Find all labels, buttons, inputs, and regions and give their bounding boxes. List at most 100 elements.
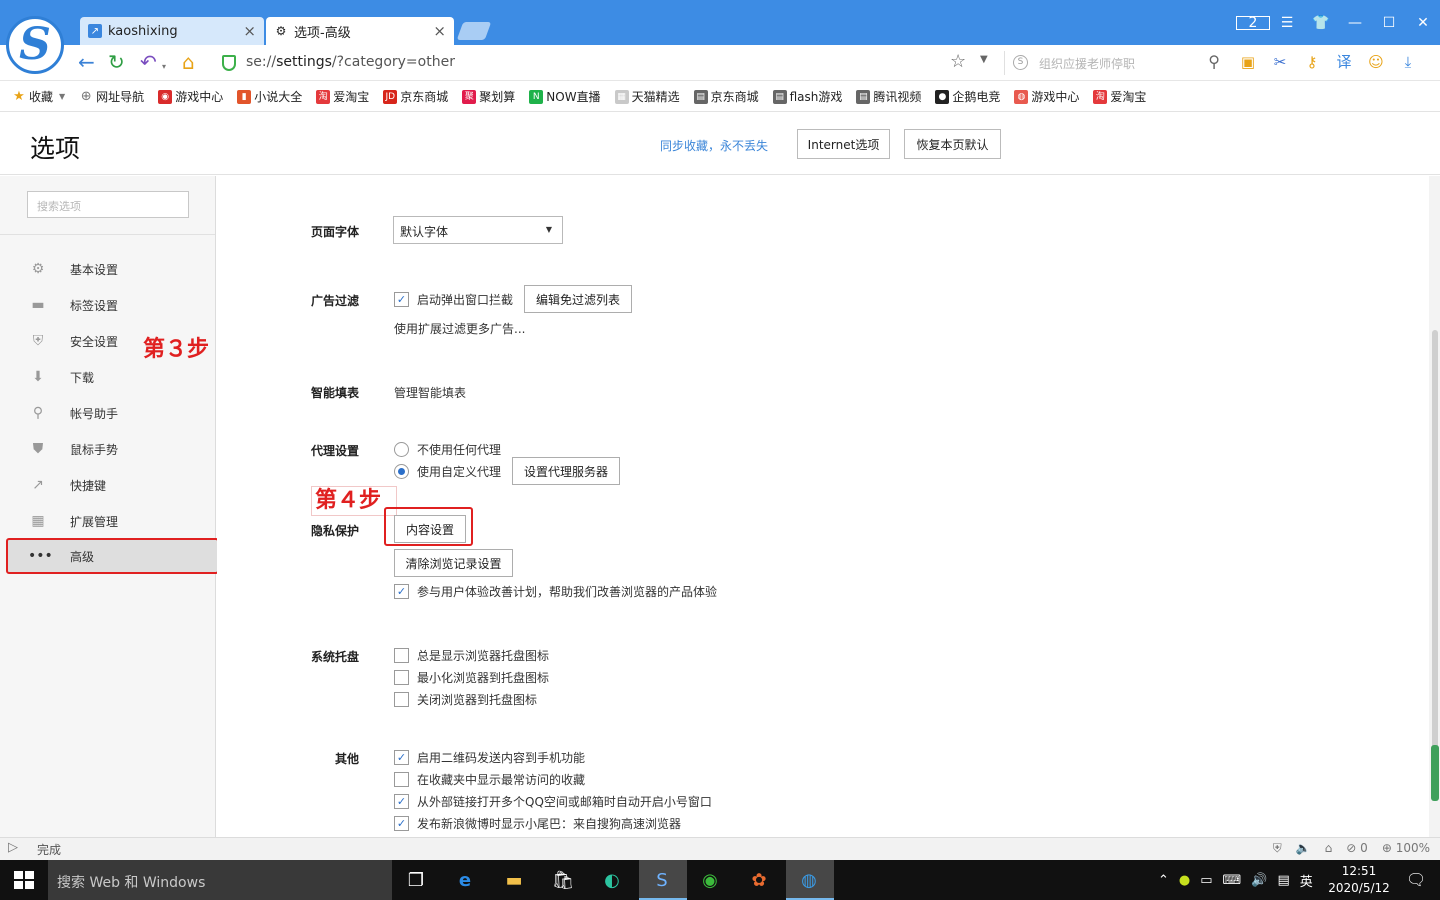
settings-search-input[interactable]: 搜索选项 xyxy=(27,191,189,218)
address-input[interactable]: se://settings/?category=other xyxy=(246,54,455,70)
key-icon[interactable]: ⚷ xyxy=(1302,52,1322,72)
option-checkbox[interactable]: 关闭浏览器到托盘图标 xyxy=(394,691,537,708)
new-tab-button[interactable] xyxy=(456,22,492,40)
sidebar-item[interactable]: ⬇ 下载 xyxy=(10,359,216,395)
close-window-icon[interactable]: ✕ xyxy=(1406,15,1440,31)
sidebar-item[interactable]: ⛊ 鼠标手势 xyxy=(10,431,216,467)
proxy-none-radio[interactable]: 不使用任何代理 xyxy=(394,441,501,458)
chevron-down-icon[interactable]: ▾ xyxy=(162,57,166,77)
checkbox-unchecked[interactable] xyxy=(394,692,409,707)
tray-app-icon[interactable]: ● xyxy=(1179,873,1190,888)
option-checkbox[interactable]: ✓ 发布新浪微博时显示小尾巴：来自搜狗高速浏览器 xyxy=(394,815,681,832)
edge-icon[interactable]: ◐ xyxy=(597,866,627,894)
clear-history-settings-button[interactable]: 清除浏览记录设置 xyxy=(394,549,513,577)
scrollbar-thumb[interactable] xyxy=(1432,330,1438,800)
task-view-icon[interactable]: ❐ xyxy=(401,866,431,894)
radio-unchecked[interactable] xyxy=(394,442,409,457)
sidebar-item[interactable]: ▦ 扩展管理 xyxy=(10,503,216,539)
search-box[interactable]: S 组织应援老师停职 ⚲ xyxy=(1004,51,1224,75)
maximize-icon[interactable]: ☐ xyxy=(1372,15,1406,31)
sidebar-item[interactable]: ⚲ 帐号助手 xyxy=(10,395,216,431)
bookmark-item[interactable]: 聚聚划算 xyxy=(462,88,515,105)
back-icon[interactable]: ← xyxy=(78,52,95,72)
bookmark-item[interactable]: JD 京东商城 xyxy=(383,88,448,105)
menu-icon[interactable]: ☰ xyxy=(1270,15,1304,31)
proxy-custom-radio[interactable]: 使用自定义代理 xyxy=(394,463,501,480)
taskbar-search[interactable]: 搜索 Web 和 Windows xyxy=(48,860,392,900)
app-color-icon[interactable]: ✿ xyxy=(744,866,774,894)
volume-icon[interactable]: 🔊 xyxy=(1251,873,1267,888)
radio-checked[interactable] xyxy=(394,464,409,479)
bookmark-item[interactable]: 淘爱淘宝 xyxy=(1093,88,1146,105)
adblock-more-link[interactable]: 使用扩展过滤更多广告... xyxy=(394,320,525,337)
tab-kaoshixing[interactable]: ↗ kaoshixing × xyxy=(80,17,264,45)
sidebar-item[interactable]: ↗ 快捷键 xyxy=(10,467,216,503)
notification-icon[interactable]: 🗨 xyxy=(1406,870,1426,889)
chevron-up-icon[interactable]: ⌃ xyxy=(1158,873,1169,888)
option-checkbox[interactable]: 最小化浏览器到托盘图标 xyxy=(394,669,549,686)
close-icon[interactable]: × xyxy=(433,22,446,40)
edge-legacy-icon[interactable]: e xyxy=(450,866,480,894)
tab-settings-advanced[interactable]: ⚙ 选项-高级 × xyxy=(266,17,454,45)
search-icon[interactable]: ⚲ xyxy=(1208,52,1220,71)
star-icon[interactable]: ☆ xyxy=(950,51,966,72)
bookmark-item[interactable]: N NOW直播 xyxy=(529,88,601,105)
download-icon[interactable]: ⤓ xyxy=(1398,52,1418,72)
store-icon[interactable]: 🛍 xyxy=(548,866,578,894)
refresh-icon[interactable]: ↻ xyxy=(108,52,125,72)
minimize-icon[interactable]: — xyxy=(1338,15,1372,31)
restore-defaults-button[interactable]: 恢复本页默认 xyxy=(904,129,1001,159)
taskbar-clock[interactable]: 12:51 2020/5/12 xyxy=(1328,863,1390,897)
sidebar-item[interactable]: ▬ 标签设置 xyxy=(10,287,216,323)
sogou-browser-icon[interactable]: S xyxy=(647,866,677,894)
bookmark-item[interactable]: ▤ 腾讯视频 xyxy=(856,88,921,105)
bookmark-item[interactable]: 淘爱淘宝 xyxy=(316,88,369,105)
zoom-level[interactable]: ⊕ 100% xyxy=(1382,841,1430,856)
volume-icon[interactable]: 🔈 xyxy=(1296,841,1311,856)
battery-icon[interactable]: ▭ xyxy=(1200,873,1212,888)
chevron-down-icon[interactable]: ▼ xyxy=(980,54,988,65)
checkbox-checked[interactable]: ✓ xyxy=(394,292,409,307)
checkbox-unchecked[interactable] xyxy=(394,670,409,685)
scissors-icon[interactable]: ✂ xyxy=(1270,52,1290,72)
sync-link[interactable]: 同步收藏，永不丢失 xyxy=(660,137,768,154)
lock-icon[interactable]: ⌂ xyxy=(1325,841,1333,856)
skin-icon[interactable]: 👕 xyxy=(1304,15,1338,31)
close-icon[interactable]: × xyxy=(243,22,256,40)
windows-start-icon[interactable] xyxy=(14,871,34,889)
search-engine-icon[interactable]: S xyxy=(1013,55,1028,70)
bookmark-item[interactable]: ★ 收藏 ▼ xyxy=(12,88,65,105)
option-checkbox[interactable]: 在收藏夹中显示最常访问的收藏 xyxy=(394,771,585,788)
window-count-badge[interactable]: 2 xyxy=(1236,15,1270,31)
popup-block-checkbox[interactable]: ✓ 启动弹出窗口拦截 xyxy=(394,291,513,308)
checkbox-checked[interactable]: ✓ xyxy=(394,584,409,599)
app-green-icon[interactable]: ◉ xyxy=(695,866,725,894)
home-icon[interactable]: ⌂ xyxy=(182,52,195,72)
emoji-icon[interactable]: ☺ xyxy=(1366,52,1386,72)
checkbox-unchecked[interactable] xyxy=(394,648,409,663)
bookmark-item[interactable]: ▦ 天猫精选 xyxy=(614,88,680,105)
checkbox-checked[interactable]: ✓ xyxy=(394,794,409,809)
file-explorer-icon[interactable]: ▬ xyxy=(499,866,529,894)
sidebar-item[interactable]: ⚙ 基本设置 xyxy=(10,251,216,287)
ux-program-checkbox[interactable]: ✓ 参与用户体验改善计划，帮助我们改善浏览器的产品体验 xyxy=(394,583,717,600)
translate-icon[interactable]: 译 xyxy=(1334,52,1354,72)
font-select[interactable]: 默认字体 ▼ xyxy=(393,216,563,244)
option-checkbox[interactable]: ✓ 启用二维码发送内容到手机功能 xyxy=(394,749,585,766)
chevron-down-icon[interactable]: ▼ xyxy=(59,92,65,101)
action-center-icon[interactable]: ▤ xyxy=(1278,873,1290,888)
edit-whitelist-button[interactable]: 编辑免过滤列表 xyxy=(524,285,632,313)
bookmark-item[interactable]: ◍ 游戏中心 xyxy=(1014,88,1079,105)
adblock-counter[interactable]: ⊘ 0 xyxy=(1346,841,1368,856)
bookmark-item[interactable]: ⊕ 网址导航 xyxy=(79,88,144,105)
reader-icon[interactable]: ▣ xyxy=(1238,52,1258,72)
ime-indicator[interactable]: 英 xyxy=(1300,871,1313,890)
bookmark-item[interactable]: ▮ 小说大全 xyxy=(237,88,302,105)
sidebar-item[interactable]: ••• 高级 xyxy=(6,538,219,574)
option-checkbox[interactable]: 总是显示浏览器托盘图标 xyxy=(394,647,549,664)
bookmark-item[interactable]: ◉ 游戏中心 xyxy=(158,88,223,105)
checkbox-checked[interactable]: ✓ xyxy=(394,750,409,765)
security-icon[interactable]: ⛨ xyxy=(1273,841,1282,856)
checkbox-checked[interactable]: ✓ xyxy=(394,816,409,831)
proxy-server-button[interactable]: 设置代理服务器 xyxy=(512,457,620,485)
